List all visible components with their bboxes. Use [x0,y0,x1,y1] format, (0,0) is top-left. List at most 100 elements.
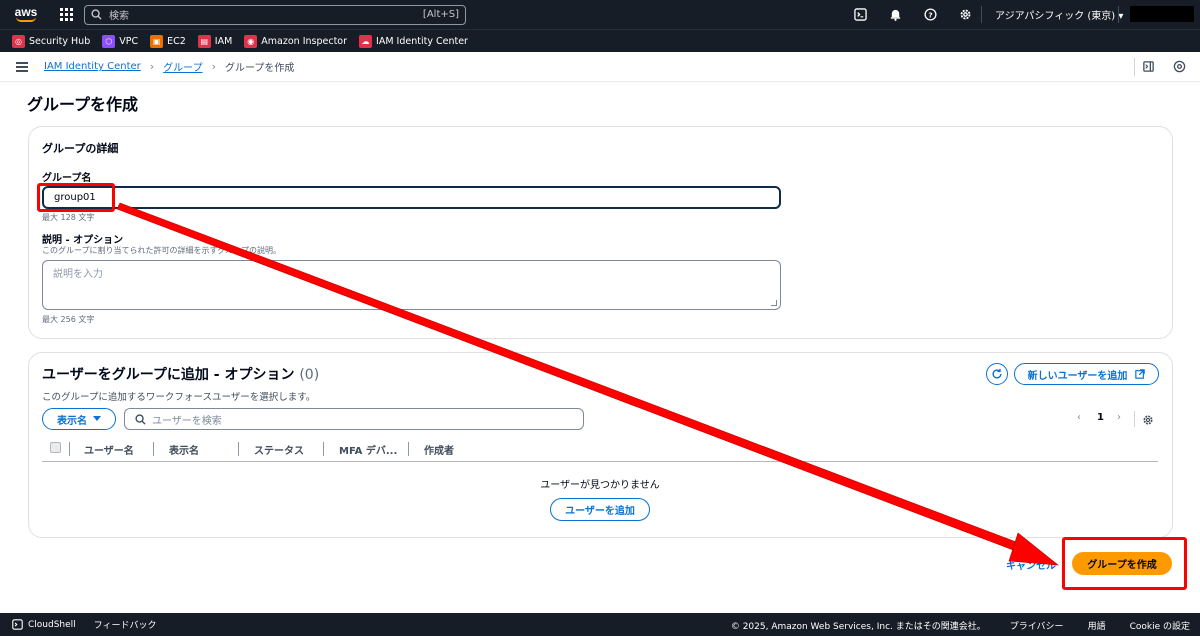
pagination-next-icon[interactable]: › [1117,412,1121,423]
favorite-iam[interactable]: ▤ IAM [197,34,233,48]
column-header-mfa-devices[interactable]: MFA デバ... [339,442,397,457]
privacy-link[interactable]: プライバシー [1010,619,1064,632]
nav-divider [981,6,982,23]
chevron-right-icon: › [211,60,216,73]
add-new-user-button[interactable]: 新しいユーザーを追加 [1014,363,1159,385]
iam-icon: ▤ [197,34,211,48]
add-new-user-label: 新しいユーザーを追加 [1027,370,1128,382]
utility-icons [1142,60,1186,73]
select-all-checkbox[interactable] [50,442,61,453]
security-hub-icon: ◎ [12,34,25,48]
favorite-label: IAM Identity Center [376,35,468,47]
table-preferences-gear-icon[interactable] [1142,414,1154,426]
breadcrumb-groups[interactable]: グループ [163,59,202,74]
region-selector[interactable]: アジアパシフィック (東京) ▾ [995,7,1123,22]
caret-down-icon [93,416,101,421]
aws-logo[interactable]: aws [4,0,48,29]
help-icon[interactable]: ? [922,6,939,23]
favorite-label: Security Hub [29,35,91,47]
nav-icon-group: ? [852,6,992,23]
footer-links: © 2025, Amazon Web Services, Inc. またはその関… [731,619,1190,632]
copyright-text: © 2025, Amazon Web Services, Inc. またはその関… [730,622,986,632]
breadcrumb: IAM Identity Center › グループ › グループを作成 [44,59,294,74]
breadcrumb-bar: IAM Identity Center › グループ › グループを作成 [0,52,1200,82]
identity-center-icon: ☁ [359,34,373,48]
feedback-link[interactable]: フィードバック [94,618,157,631]
column-divider [238,442,239,456]
column-divider [323,442,324,456]
column-divider [153,442,154,456]
group-name-input[interactable]: group01 [42,186,781,209]
nav-divider [1118,6,1119,23]
resize-handle-icon[interactable] [771,300,777,306]
add-users-heading-text: ユーザーをグループに追加 - オプション [42,367,295,383]
empty-state-text: ユーザーが見つかりません [540,480,660,491]
search-shortcut: [Alt+S] [422,9,459,20]
ec2-icon: ▣ [150,34,164,48]
add-users-count: (0) [299,367,320,383]
create-group-button[interactable]: グループを作成 [1072,552,1172,575]
column-header-status[interactable]: ステータス [254,442,304,457]
description-placeholder: 説明を入力 [53,269,103,280]
refresh-button[interactable] [986,363,1008,385]
global-search-input[interactable]: 検索 [Alt+S] [84,4,466,25]
favorite-label: VPC [119,35,139,47]
column-divider [69,442,70,456]
column-header-display-name[interactable]: 表示名 [169,442,199,457]
pagination-divider [1134,411,1135,427]
cloudshell-icon[interactable] [852,6,869,23]
notifications-bell-icon[interactable] [887,6,904,23]
settings-gear-icon[interactable] [957,6,974,23]
inspector-icon: ◉ [244,34,258,48]
pagination-prev-icon[interactable]: ‹ [1077,412,1081,423]
cookie-settings-link[interactable]: Cookie の設定 [1130,619,1190,632]
svg-text:?: ? [928,10,932,19]
description-label: 説明 - オプション [42,235,124,246]
favorite-label: IAM [214,35,233,47]
group-name-value: group01 [54,192,96,203]
pagination-page-number[interactable]: 1 [1097,412,1104,423]
external-link-icon [1135,369,1146,379]
breadcrumb-current: グループを作成 [224,63,295,74]
refresh-icon [992,368,1002,379]
user-search-input[interactable]: ユーザーを検索 [124,408,584,430]
breadcrumb-iam-identity-center[interactable]: IAM Identity Center [44,61,141,72]
column-header-username[interactable]: ユーザー名 [84,442,134,457]
cloudshell-link[interactable]: CloudShell [12,619,76,630]
add-user-label: ユーザーを追加 [565,506,635,517]
terms-link[interactable]: 用語 [1088,619,1106,632]
add-user-button[interactable]: ユーザーを追加 [550,498,650,521]
favorite-vpc[interactable]: ⬡ VPC [102,34,139,48]
description-help-text: このグループに割り当てられた許可の詳細を示すグループの説明。 [42,246,282,255]
add-users-heading: ユーザーをグループに追加 - オプション (0) [42,364,319,384]
description-textarea[interactable]: 説明を入力 [42,260,781,310]
search-icon [91,9,102,20]
favorites-bar: ◎ Security Hub ⬡ VPC ▣ EC2 ▤ IAM ◉ Amazo… [0,29,1200,52]
page-title: グループを作成 [27,95,139,114]
search-placeholder: 検索 [109,11,129,22]
support-icon[interactable] [1173,60,1186,73]
tools-panel-icon[interactable] [1142,60,1155,73]
favorite-iam-identity-center[interactable]: ☁ IAM Identity Center [359,34,468,48]
filter-property-value: 表示名 [57,415,87,427]
favorite-amazon-inspector[interactable]: ◉ Amazon Inspector [244,34,348,48]
menu-hamburger-icon[interactable] [16,61,28,72]
favorite-label: EC2 [167,35,186,47]
vpc-icon: ⬡ [102,34,116,48]
cancel-button[interactable]: キャンセル [1006,557,1056,572]
users-table-header: ユーザー名 表示名 ステータス MFA デバ... 作成者 [42,437,1158,462]
group-name-label: グループ名 [42,173,92,184]
favorite-ec2[interactable]: ▣ EC2 [150,34,186,48]
favorite-label: Amazon Inspector [261,35,348,47]
group-details-heading: グループの詳細 [42,142,119,155]
services-menu-icon[interactable] [60,7,74,22]
filter-property-dropdown[interactable]: 表示名 [42,408,116,430]
cloudshell-icon [12,619,23,630]
column-header-created-by[interactable]: 作成者 [424,442,454,457]
aws-smile-icon [16,17,36,22]
favorite-security-hub[interactable]: ◎ Security Hub [12,34,91,48]
add-users-help-text: このグループに追加するワークフォースユーザーを選択します。 [42,392,316,403]
user-search-placeholder: ユーザーを検索 [152,415,222,427]
account-menu-redacted[interactable] [1130,6,1194,22]
column-divider [408,442,409,456]
